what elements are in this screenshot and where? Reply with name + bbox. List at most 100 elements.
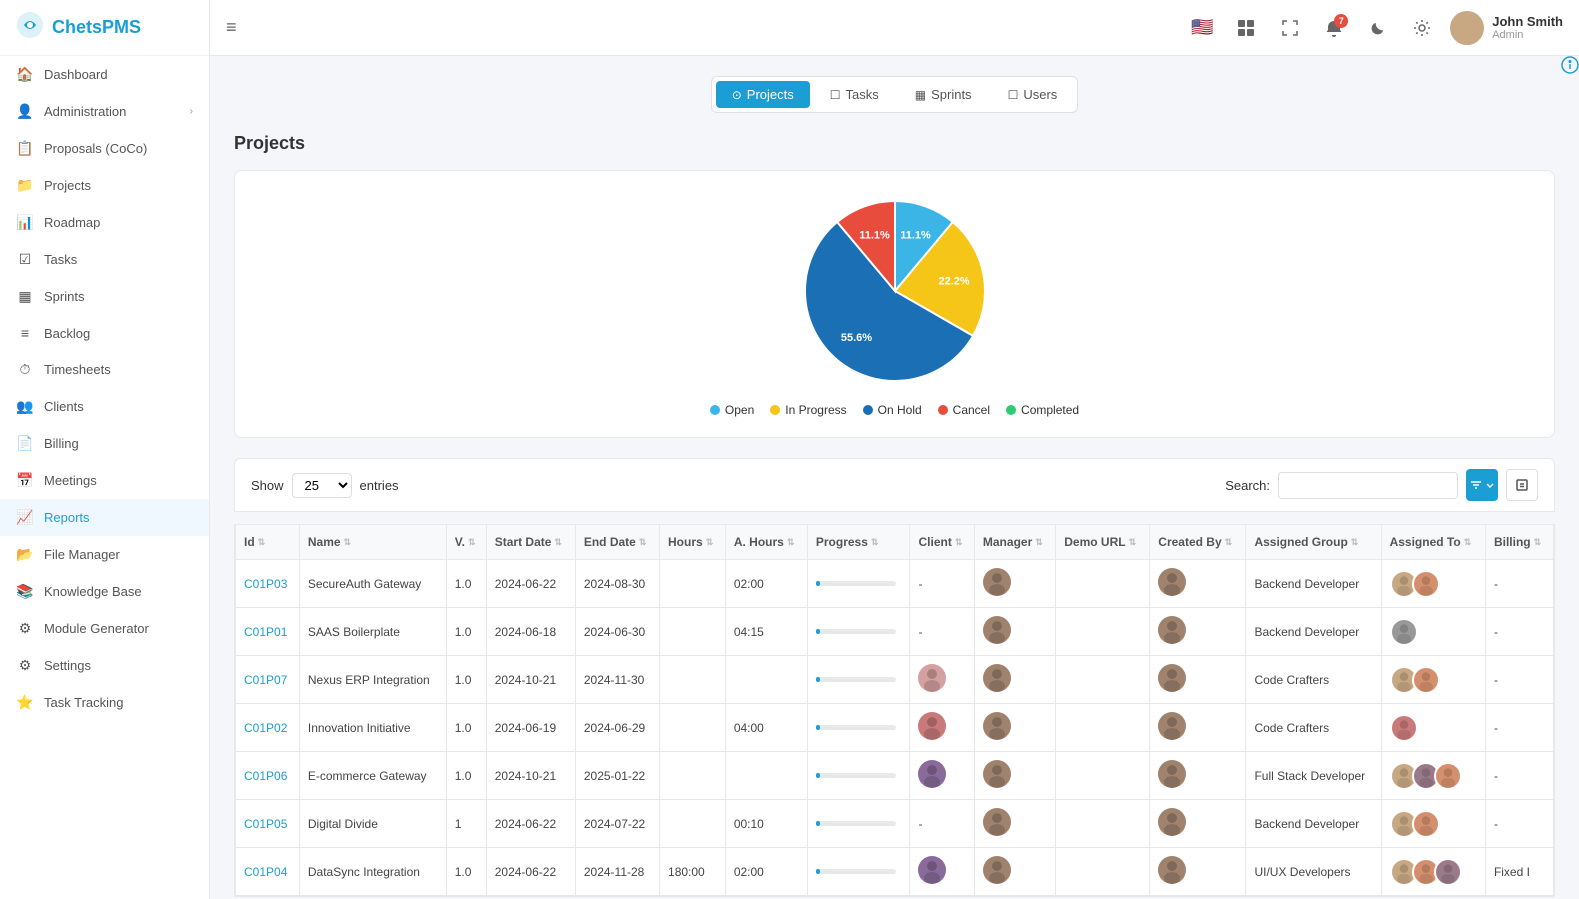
- project-created-by: [1150, 704, 1246, 752]
- col-header-client[interactable]: Client⇅: [910, 525, 974, 560]
- user-role: Admin: [1492, 29, 1563, 41]
- col-header-created-by[interactable]: Created By⇅: [1150, 525, 1246, 560]
- tab-sprints[interactable]: ▦Sprints: [899, 81, 988, 108]
- sidebar-item-backlog[interactable]: ≡ Backlog: [0, 315, 209, 351]
- sidebar-item-tasks[interactable]: ☑ Tasks: [0, 241, 209, 278]
- sidebar-item-knowledge-base[interactable]: 📚 Knowledge Base: [0, 573, 209, 610]
- search-input[interactable]: [1278, 472, 1458, 499]
- user-profile[interactable]: John Smith Admin: [1450, 11, 1563, 45]
- sidebar-item-file-manager[interactable]: 📂 File Manager: [0, 536, 209, 573]
- tab-label-tasks: Tasks: [846, 87, 879, 102]
- col-header-start-date[interactable]: Start Date⇅: [486, 525, 575, 560]
- svg-text:11.1%: 11.1%: [859, 230, 890, 242]
- sidebar-item-timesheets[interactable]: ⏱ Timesheets: [0, 351, 209, 388]
- apps-icon[interactable]: [1230, 12, 1262, 44]
- logo-text: ChetsPMS: [52, 17, 141, 38]
- sidebar-item-proposals[interactable]: 📋 Proposals (CoCo): [0, 130, 209, 167]
- project-end-date: 2024-08-30: [575, 560, 659, 608]
- sidebar-item-task-tracking[interactable]: ⭐ Task Tracking: [0, 684, 209, 721]
- col-header-progress[interactable]: Progress⇅: [807, 525, 910, 560]
- nav-icon-timesheets: ⏱: [16, 361, 34, 378]
- col-header-assigned-to[interactable]: Assigned To⇅: [1381, 525, 1485, 560]
- notifications-icon[interactable]: 7: [1318, 12, 1350, 44]
- project-id[interactable]: C01P04: [236, 848, 300, 896]
- info-icon[interactable]: [1561, 56, 1579, 79]
- col-header-end-date[interactable]: End Date⇅: [575, 525, 659, 560]
- tab-users[interactable]: ☐Users: [992, 81, 1074, 108]
- nav-icon-roadmap: 📊: [16, 214, 34, 231]
- project-id[interactable]: C01P02: [236, 704, 300, 752]
- dark-mode-icon[interactable]: [1362, 12, 1394, 44]
- tab-projects[interactable]: ⊙Projects: [716, 81, 810, 108]
- tab-tasks[interactable]: ☐ Tasks: [814, 81, 895, 108]
- project-billing: -: [1485, 656, 1553, 704]
- project-progress: [807, 608, 910, 656]
- filter-button[interactable]: [1466, 469, 1498, 501]
- sidebar-item-projects[interactable]: 📁 Projects: [0, 167, 209, 204]
- sidebar-item-dashboard[interactable]: 🏠 Dashboard: [0, 56, 209, 93]
- nav-icon-sprints: ▦: [16, 288, 34, 305]
- sidebar-item-sprints[interactable]: ▦ Sprints: [0, 278, 209, 315]
- project-created-by: [1150, 848, 1246, 896]
- table-row: C01P05Digital Divide12024-06-222024-07-2…: [236, 800, 1554, 848]
- col-header-billing[interactable]: Billing⇅: [1485, 525, 1553, 560]
- sidebar-item-reports[interactable]: 📈 Reports: [0, 499, 209, 536]
- project-assigned-group: Backend Developer: [1246, 800, 1381, 848]
- nav-label-billing: Billing: [44, 436, 79, 451]
- sidebar-item-module-generator[interactable]: ⚙ Module Generator: [0, 610, 209, 647]
- nav-icon-tasks: ☑: [16, 251, 34, 268]
- project-demo-url: [1056, 608, 1150, 656]
- project-id[interactable]: C01P06: [236, 752, 300, 800]
- project-version: 1.0: [446, 848, 486, 896]
- nav-icon-file-manager: 📂: [16, 546, 34, 563]
- sidebar-item-administration[interactable]: 👤 Administration ›: [0, 93, 209, 130]
- col-header-demo-url[interactable]: Demo URL⇅: [1056, 525, 1150, 560]
- sidebar-item-settings[interactable]: ⚙ Settings: [0, 647, 209, 684]
- project-assigned-to: [1381, 560, 1485, 608]
- sidebar-item-meetings[interactable]: 📅 Meetings: [0, 462, 209, 499]
- col-header-name[interactable]: Name⇅: [299, 525, 446, 560]
- col-header-a--hours[interactable]: A. Hours⇅: [725, 525, 807, 560]
- col-header-assigned-group[interactable]: Assigned Group⇅: [1246, 525, 1381, 560]
- project-demo-url: [1056, 800, 1150, 848]
- project-version: 1.0: [446, 656, 486, 704]
- legend-dot: [770, 405, 780, 415]
- fullscreen-icon[interactable]: [1274, 12, 1306, 44]
- col-header-hours[interactable]: Hours⇅: [660, 525, 726, 560]
- entries-select[interactable]: 2550100: [292, 473, 352, 498]
- language-selector[interactable]: 🇺🇸: [1186, 12, 1218, 44]
- project-start-date: 2024-06-22: [486, 560, 575, 608]
- project-id[interactable]: C01P05: [236, 800, 300, 848]
- col-header-id[interactable]: Id⇅: [236, 525, 300, 560]
- project-demo-url: [1056, 848, 1150, 896]
- project-manager: [974, 752, 1055, 800]
- settings-icon[interactable]: [1406, 12, 1438, 44]
- project-actual-hours: 04:15: [725, 608, 807, 656]
- project-start-date: 2024-06-22: [486, 800, 575, 848]
- project-progress: [807, 704, 910, 752]
- project-id[interactable]: C01P03: [236, 560, 300, 608]
- project-manager: [974, 608, 1055, 656]
- project-created-by: [1150, 656, 1246, 704]
- project-billing: -: [1485, 800, 1553, 848]
- menu-toggle-icon[interactable]: ≡: [226, 17, 237, 38]
- page-title: Projects: [234, 133, 1555, 154]
- nav-icon-clients: 👥: [16, 398, 34, 415]
- col-header-manager[interactable]: Manager⇅: [974, 525, 1055, 560]
- entries-label: entries: [360, 478, 399, 493]
- export-button[interactable]: [1506, 469, 1538, 501]
- sidebar-item-clients[interactable]: 👥 Clients: [0, 388, 209, 425]
- sidebar: ChetsPMS 🏠 Dashboard 👤 Administration › …: [0, 0, 210, 899]
- project-hours: [660, 752, 726, 800]
- nav-icon-projects: 📁: [16, 177, 34, 194]
- col-header-v-[interactable]: V.⇅: [446, 525, 486, 560]
- tab-icon-tasks: ☐: [830, 88, 841, 102]
- project-assigned-group: Code Crafters: [1246, 656, 1381, 704]
- project-id[interactable]: C01P07: [236, 656, 300, 704]
- sidebar-item-roadmap[interactable]: 📊 Roadmap: [0, 204, 209, 241]
- sidebar-item-billing[interactable]: 📄 Billing: [0, 425, 209, 462]
- nav-icon-proposals: 📋: [16, 140, 34, 157]
- legend-item-completed: Completed: [1006, 403, 1079, 417]
- project-id[interactable]: C01P01: [236, 608, 300, 656]
- project-billing: Fixed I: [1485, 848, 1553, 896]
